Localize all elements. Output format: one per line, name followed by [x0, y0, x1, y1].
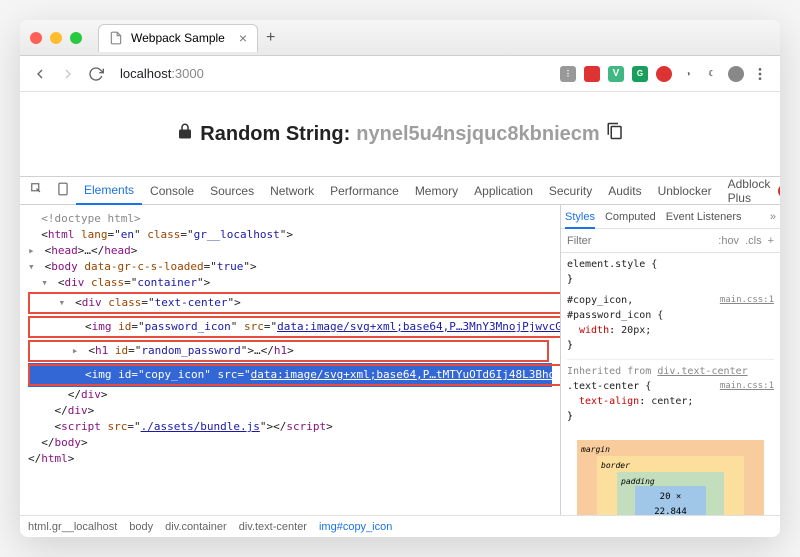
box-model-content: 20 × 22.844: [635, 486, 706, 515]
reload-button[interactable]: [88, 66, 104, 82]
styles-body[interactable]: element.style {} main.css:1 #copy_icon, …: [561, 253, 780, 515]
dom-line[interactable]: </div>: [28, 403, 552, 419]
breadcrumb-item[interactable]: img#copy_icon: [319, 521, 392, 533]
dom-line[interactable]: <script src="./assets/bundle.js"></scrip…: [28, 419, 552, 435]
titlebar: Webpack Sample × +: [20, 20, 780, 56]
maximize-window-button[interactable]: [70, 32, 82, 44]
browser-tab[interactable]: Webpack Sample ×: [98, 24, 258, 52]
dom-line[interactable]: <html lang="en" class="gr__localhost">: [28, 227, 552, 243]
dom-line[interactable]: ▸ <head>…</head>: [28, 243, 552, 259]
css-rule[interactable]: element.style {}: [567, 257, 774, 287]
dom-line[interactable]: ▾ <div class="container">: [28, 275, 552, 291]
extension-icons: ⋮ V G ◑ ☾: [560, 66, 768, 82]
devtools-tab-console[interactable]: Console: [142, 177, 202, 205]
dom-line[interactable]: ▾ <body data-gr-c-s-loaded="true">: [28, 259, 552, 275]
navbar: localhost:3000 ⋮ V G ◑ ☾: [20, 56, 780, 92]
breadcrumb-item[interactable]: html.gr__localhost: [28, 521, 117, 533]
devtools-tab-unblocker[interactable]: Unblocker: [650, 177, 720, 205]
devtools-panel: Elements Console Sources Network Perform…: [20, 176, 780, 537]
box-model[interactable]: margin border padding 20 × 22.844: [567, 430, 774, 515]
error-count-badge: 1: [778, 184, 780, 198]
close-tab-icon[interactable]: ×: [239, 30, 247, 46]
devtools-tab-sources[interactable]: Sources: [202, 177, 262, 205]
dom-tree[interactable]: <!doctype html> <html lang="en" class="g…: [20, 205, 560, 515]
dom-line-selected[interactable]: <img id="copy_icon" src="data:image/svg+…: [28, 363, 552, 387]
ext-icon[interactable]: G: [632, 66, 648, 82]
lock-icon: [176, 122, 194, 146]
page-heading: Random String: nynel5u4nsjquc8kbniecm: [176, 122, 623, 146]
menu-button[interactable]: [752, 66, 768, 82]
copy-icon[interactable]: [606, 122, 624, 146]
close-window-button[interactable]: [30, 32, 42, 44]
ext-icon[interactable]: ◑: [680, 66, 696, 82]
dom-line[interactable]: </div>: [28, 387, 552, 403]
devtools-tab-application[interactable]: Application: [466, 177, 541, 205]
dom-line[interactable]: ▾ <div class="text-center">: [28, 291, 552, 315]
source-link[interactable]: main.css:1: [720, 379, 774, 394]
devtools-tab-memory[interactable]: Memory: [407, 177, 466, 205]
avatar-icon[interactable]: [728, 66, 744, 82]
devtools-tabs: Elements Console Sources Network Perform…: [20, 177, 780, 205]
styles-tab-events[interactable]: Event Listeners: [666, 211, 742, 223]
add-rule-button[interactable]: +: [768, 235, 774, 247]
minimize-window-button[interactable]: [50, 32, 62, 44]
styles-filter-input[interactable]: [567, 235, 712, 247]
dom-line[interactable]: <img id="password_icon" src="data:image/…: [28, 315, 552, 339]
devtools-tab-network[interactable]: Network: [262, 177, 322, 205]
ext-icon-vue[interactable]: V: [608, 66, 624, 82]
breadcrumb-item[interactable]: body: [129, 521, 153, 533]
devtools-tab-security[interactable]: Security: [541, 177, 600, 205]
heading-prefix: Random String:: [200, 123, 350, 146]
css-rule[interactable]: main.css:1 #copy_icon, #password_icon { …: [567, 293, 774, 353]
source-link[interactable]: main.css:1: [720, 293, 774, 308]
traffic-lights: [30, 32, 82, 44]
styles-tab-computed[interactable]: Computed: [605, 211, 656, 223]
page-content: Random String: nynel5u4nsjquc8kbniecm: [20, 92, 780, 176]
device-toggle-icon[interactable]: [50, 182, 76, 199]
devtools-errors[interactable]: 1 ⋮ ×: [778, 184, 780, 198]
styles-panel: Styles Computed Event Listeners » :hov .…: [560, 205, 780, 515]
url-host: localhost: [120, 66, 171, 81]
back-button[interactable]: [32, 66, 48, 82]
devtools-tab-elements[interactable]: Elements: [76, 177, 142, 205]
dom-line[interactable]: <!doctype html>: [28, 211, 552, 227]
hov-toggle[interactable]: :hov: [718, 235, 739, 247]
breadcrumb-item[interactable]: div.container: [165, 521, 227, 533]
ext-icon-abp[interactable]: [656, 66, 672, 82]
breadcrumbs: html.gr__localhost body div.container di…: [20, 515, 780, 537]
devtools-tab-adblock[interactable]: Adblock Plus: [720, 177, 779, 205]
forward-button[interactable]: [60, 66, 76, 82]
styles-tab-styles[interactable]: Styles: [565, 211, 595, 229]
page-icon: [109, 31, 123, 45]
browser-window: Webpack Sample × + localhost:3000 ⋮ V G …: [20, 20, 780, 537]
cls-toggle[interactable]: .cls: [745, 235, 762, 247]
styles-more-icon[interactable]: »: [770, 211, 776, 223]
inherited-label: Inherited from div.text-center: [567, 359, 774, 379]
ext-icon[interactable]: [584, 66, 600, 82]
inspect-element-icon[interactable]: [24, 182, 50, 199]
dom-line[interactable]: </body>: [28, 435, 552, 451]
devtools-main: <!doctype html> <html lang="en" class="g…: [20, 205, 780, 515]
devtools-tab-performance[interactable]: Performance: [322, 177, 407, 205]
ext-icon[interactable]: ⋮: [560, 66, 576, 82]
dom-line[interactable]: </html>: [28, 451, 552, 467]
tab-title: Webpack Sample: [131, 31, 225, 45]
breadcrumb-item[interactable]: div.text-center: [239, 521, 307, 533]
styles-tabs: Styles Computed Event Listeners »: [561, 205, 780, 229]
css-rule[interactable]: main.css:1 .text-center { text-align: ce…: [567, 379, 774, 424]
url-port: :3000: [171, 66, 204, 81]
devtools-tab-audits[interactable]: Audits: [600, 177, 649, 205]
dom-line[interactable]: ▸ <h1 id="random_password">…</h1>: [28, 339, 552, 363]
styles-filter-row: :hov .cls +: [561, 229, 780, 253]
url-bar[interactable]: localhost:3000: [116, 66, 548, 81]
random-value: nynel5u4nsjquc8kbniecm: [356, 123, 599, 146]
new-tab-button[interactable]: +: [266, 29, 275, 47]
ext-icon[interactable]: ☾: [704, 66, 720, 82]
